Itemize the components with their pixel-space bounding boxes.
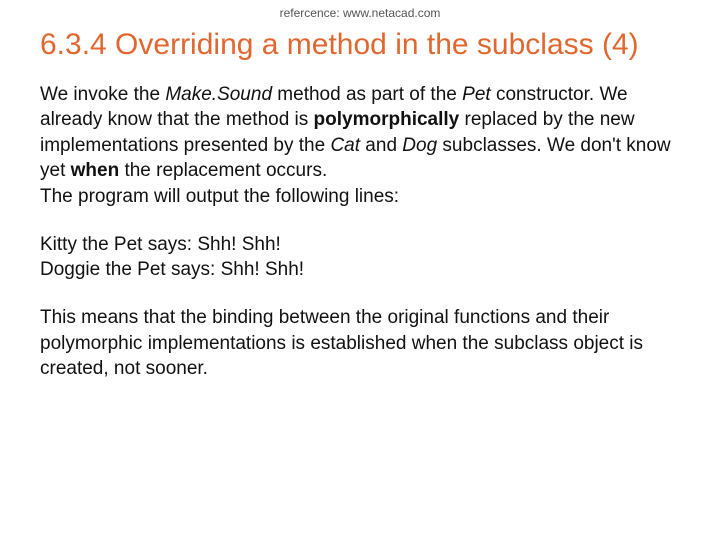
text: We invoke the [40,84,165,105]
text: the replacement occurs. [119,160,327,181]
pet-term: Pet [462,84,491,105]
text: and [360,135,402,156]
text: method as part of the [272,84,462,105]
paragraph-conclusion: This means that the binding between the … [40,305,680,382]
program-output: Kitty the Pet says: Shh! Shh! Doggie the… [40,232,680,283]
slide-body: We invoke the Make.Sound method as part … [0,82,720,382]
output-line-1: Kitty the Pet says: Shh! Shh! [40,234,281,255]
cat-term: Cat [330,135,360,156]
makesound-term: Make.Sound [165,84,272,105]
dog-term: Dog [402,135,437,156]
reference-text: refercence: www.netacad.com [0,0,720,22]
slide: refercence: www.netacad.com 6.3.4 Overri… [0,0,720,540]
when-term: when [71,160,120,181]
page-title: 6.3.4 Overriding a method in the subclas… [0,22,720,82]
paragraph-intro: We invoke the Make.Sound method as part … [40,82,680,210]
output-line-2: Doggie the Pet says: Shh! Shh! [40,259,304,280]
text: The program will output the following li… [40,186,399,207]
polymorphically-term: polymorphically [314,109,460,130]
